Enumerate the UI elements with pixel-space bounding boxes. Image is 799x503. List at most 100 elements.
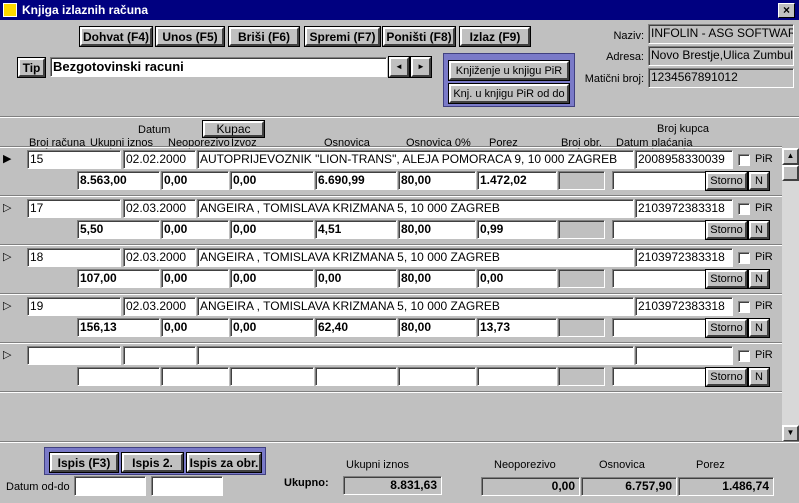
izvoz-field[interactable]: 0,00	[230, 220, 314, 239]
flag-n-button[interactable]: N	[748, 220, 770, 240]
tip-button[interactable]: Tip	[17, 57, 46, 78]
pir-checkbox[interactable]	[738, 203, 750, 215]
broj-kupca-field[interactable]	[635, 346, 733, 365]
datum-field[interactable]: 02.03.2000	[123, 199, 196, 218]
datum-placanja-field[interactable]	[612, 220, 709, 239]
broj-racuna-field[interactable]: 18	[27, 248, 121, 267]
broj-kupca-field[interactable]: 2103972383318	[635, 199, 733, 218]
broj-racuna-field[interactable]: 17	[27, 199, 121, 218]
record-selector[interactable]: ▷	[3, 299, 15, 312]
datum-do-field[interactable]	[151, 476, 223, 496]
izvoz-field[interactable]: 0,00	[230, 318, 314, 337]
datum-field[interactable]: 02.03.2000	[123, 248, 196, 267]
osnovica0-field[interactable]	[398, 367, 476, 386]
tip-next-button[interactable]: ►	[410, 56, 432, 78]
osnovica-field[interactable]: 6.690,99	[315, 171, 397, 190]
ukupni-iznos-field[interactable]: 5,50	[77, 220, 160, 239]
ispis-2-button[interactable]: Ispis 2.	[121, 452, 184, 473]
scroll-thumb[interactable]	[782, 165, 799, 181]
kupac-field[interactable]: ANGEIRA , TOMISLAVA KRIZMANA 5, 10 000 Z…	[197, 199, 634, 218]
osnovica-field[interactable]: 0,00	[315, 269, 397, 288]
ponisti-button[interactable]: Poništi (F8)	[382, 26, 456, 47]
record-selector[interactable]: ▷	[3, 348, 15, 361]
broj-racuna-field[interactable]: 19	[27, 297, 121, 316]
datum-placanja-field[interactable]	[612, 318, 709, 337]
ukupni-iznos-field[interactable]: 107,00	[77, 269, 160, 288]
tip-field[interactable]: Bezgotovinski racuni	[50, 57, 387, 77]
neoporezivo-field[interactable]	[161, 367, 229, 386]
osnovica-field[interactable]	[315, 367, 397, 386]
datum-placanja-field[interactable]	[612, 367, 709, 386]
kupac-field[interactable]: ANGEIRA , TOMISLAVA KRIZMANA 5, 10 000 Z…	[197, 248, 634, 267]
datum-field[interactable]: 02.02.2000	[123, 150, 196, 169]
broj-kupca-field[interactable]: 2103972383318	[635, 248, 733, 267]
dohvat-button[interactable]: Dohvat (F4)	[79, 26, 153, 47]
izvoz-field[interactable]: 0,00	[230, 269, 314, 288]
osnovica0-field[interactable]: 80,00	[398, 318, 476, 337]
broj-kupca-field[interactable]: 2008958330039	[635, 150, 733, 169]
ispis-obr-button[interactable]: Ispis za obr.	[186, 452, 262, 473]
flag-n-button[interactable]: N	[748, 318, 770, 338]
pir-label: PiR	[755, 349, 773, 361]
record-selector[interactable]: ▶	[3, 152, 15, 165]
storno-button[interactable]: Storno	[705, 318, 748, 338]
ispis-f3-button[interactable]: Ispis (F3)	[49, 452, 119, 473]
storno-button[interactable]: Storno	[705, 367, 748, 387]
ukupni-iznos-field[interactable]: 8.563,00	[77, 171, 160, 190]
kupac-field[interactable]: ANGEIRA , TOMISLAVA KRIZMANA 5, 10 000 Z…	[197, 297, 634, 316]
unos-button[interactable]: Unos (F5)	[155, 26, 225, 47]
datum-field[interactable]: 02.03.2000	[123, 297, 196, 316]
scroll-up-button[interactable]: ▲	[782, 148, 799, 165]
izvoz-field[interactable]: 0,00	[230, 171, 314, 190]
porez-field[interactable]	[477, 367, 557, 386]
broj-kupca-field[interactable]: 2103972383318	[635, 297, 733, 316]
osnovica-field[interactable]: 62,40	[315, 318, 397, 337]
neoporezivo-field[interactable]: 0,00	[161, 171, 229, 190]
kupac-button[interactable]: Kupac	[202, 120, 265, 138]
book-pir-button[interactable]: Knjiženje u knjigu PiR	[448, 60, 570, 81]
flag-n-button[interactable]: N	[748, 367, 770, 387]
broj-racuna-field[interactable]	[27, 346, 121, 365]
kupac-field[interactable]	[197, 346, 634, 365]
vertical-scrollbar[interactable]	[782, 148, 799, 442]
porez-field[interactable]: 1.472,02	[477, 171, 557, 190]
scroll-down-button[interactable]: ▼	[782, 425, 799, 442]
datum-placanja-field[interactable]	[612, 269, 709, 288]
flag-n-button[interactable]: N	[748, 171, 770, 191]
osnovica-field[interactable]: 4,51	[315, 220, 397, 239]
book-pir-range-button[interactable]: Knj. u knjigu PiR od do	[448, 83, 570, 104]
osnovica0-field[interactable]: 80,00	[398, 269, 476, 288]
storno-button[interactable]: Storno	[705, 171, 748, 191]
neoporezivo-field[interactable]: 0,00	[161, 318, 229, 337]
ukupni-iznos-field[interactable]	[77, 367, 160, 386]
neoporezivo-field[interactable]: 0,00	[161, 269, 229, 288]
storno-button[interactable]: Storno	[705, 269, 748, 289]
porez-field[interactable]: 0,00	[477, 269, 557, 288]
osnovica0-field[interactable]: 80,00	[398, 220, 476, 239]
pir-checkbox[interactable]	[738, 301, 750, 313]
pir-checkbox[interactable]	[738, 252, 750, 264]
datum-placanja-field[interactable]	[612, 171, 709, 190]
spremi-button[interactable]: Spremi (F7)	[304, 26, 381, 47]
izvoz-field[interactable]	[230, 367, 314, 386]
datum-od-field[interactable]	[74, 476, 146, 496]
tip-prev-button[interactable]: ◄	[388, 56, 410, 78]
storno-button[interactable]: Storno	[705, 220, 748, 240]
porez-field[interactable]: 13,73	[477, 318, 557, 337]
pir-checkbox[interactable]	[738, 154, 750, 166]
close-button[interactable]: ×	[778, 3, 795, 18]
datum-field[interactable]	[123, 346, 196, 365]
osnovica0-field[interactable]: 80,00	[398, 171, 476, 190]
ukupni-iznos-field[interactable]: 156,13	[77, 318, 160, 337]
kupac-field[interactable]: AUTOPRIJEVOZNIK "LION-TRANS", ALEJA POMO…	[197, 150, 634, 169]
record-selector[interactable]: ▷	[3, 250, 15, 263]
broj-racuna-field[interactable]: 15	[27, 150, 121, 169]
flag-n-button[interactable]: N	[748, 269, 770, 289]
record-row: ▷ 19 02.03.2000 ANGEIRA , TOMISLAVA KRIZMAN…	[0, 295, 782, 344]
pir-checkbox[interactable]	[738, 350, 750, 362]
record-selector[interactable]: ▷	[3, 201, 15, 214]
brisi-button[interactable]: Briši (F6)	[228, 26, 300, 47]
neoporezivo-field[interactable]: 0,00	[161, 220, 229, 239]
porez-field[interactable]: 0,99	[477, 220, 557, 239]
izlaz-button[interactable]: Izlaz (F9)	[459, 26, 531, 47]
